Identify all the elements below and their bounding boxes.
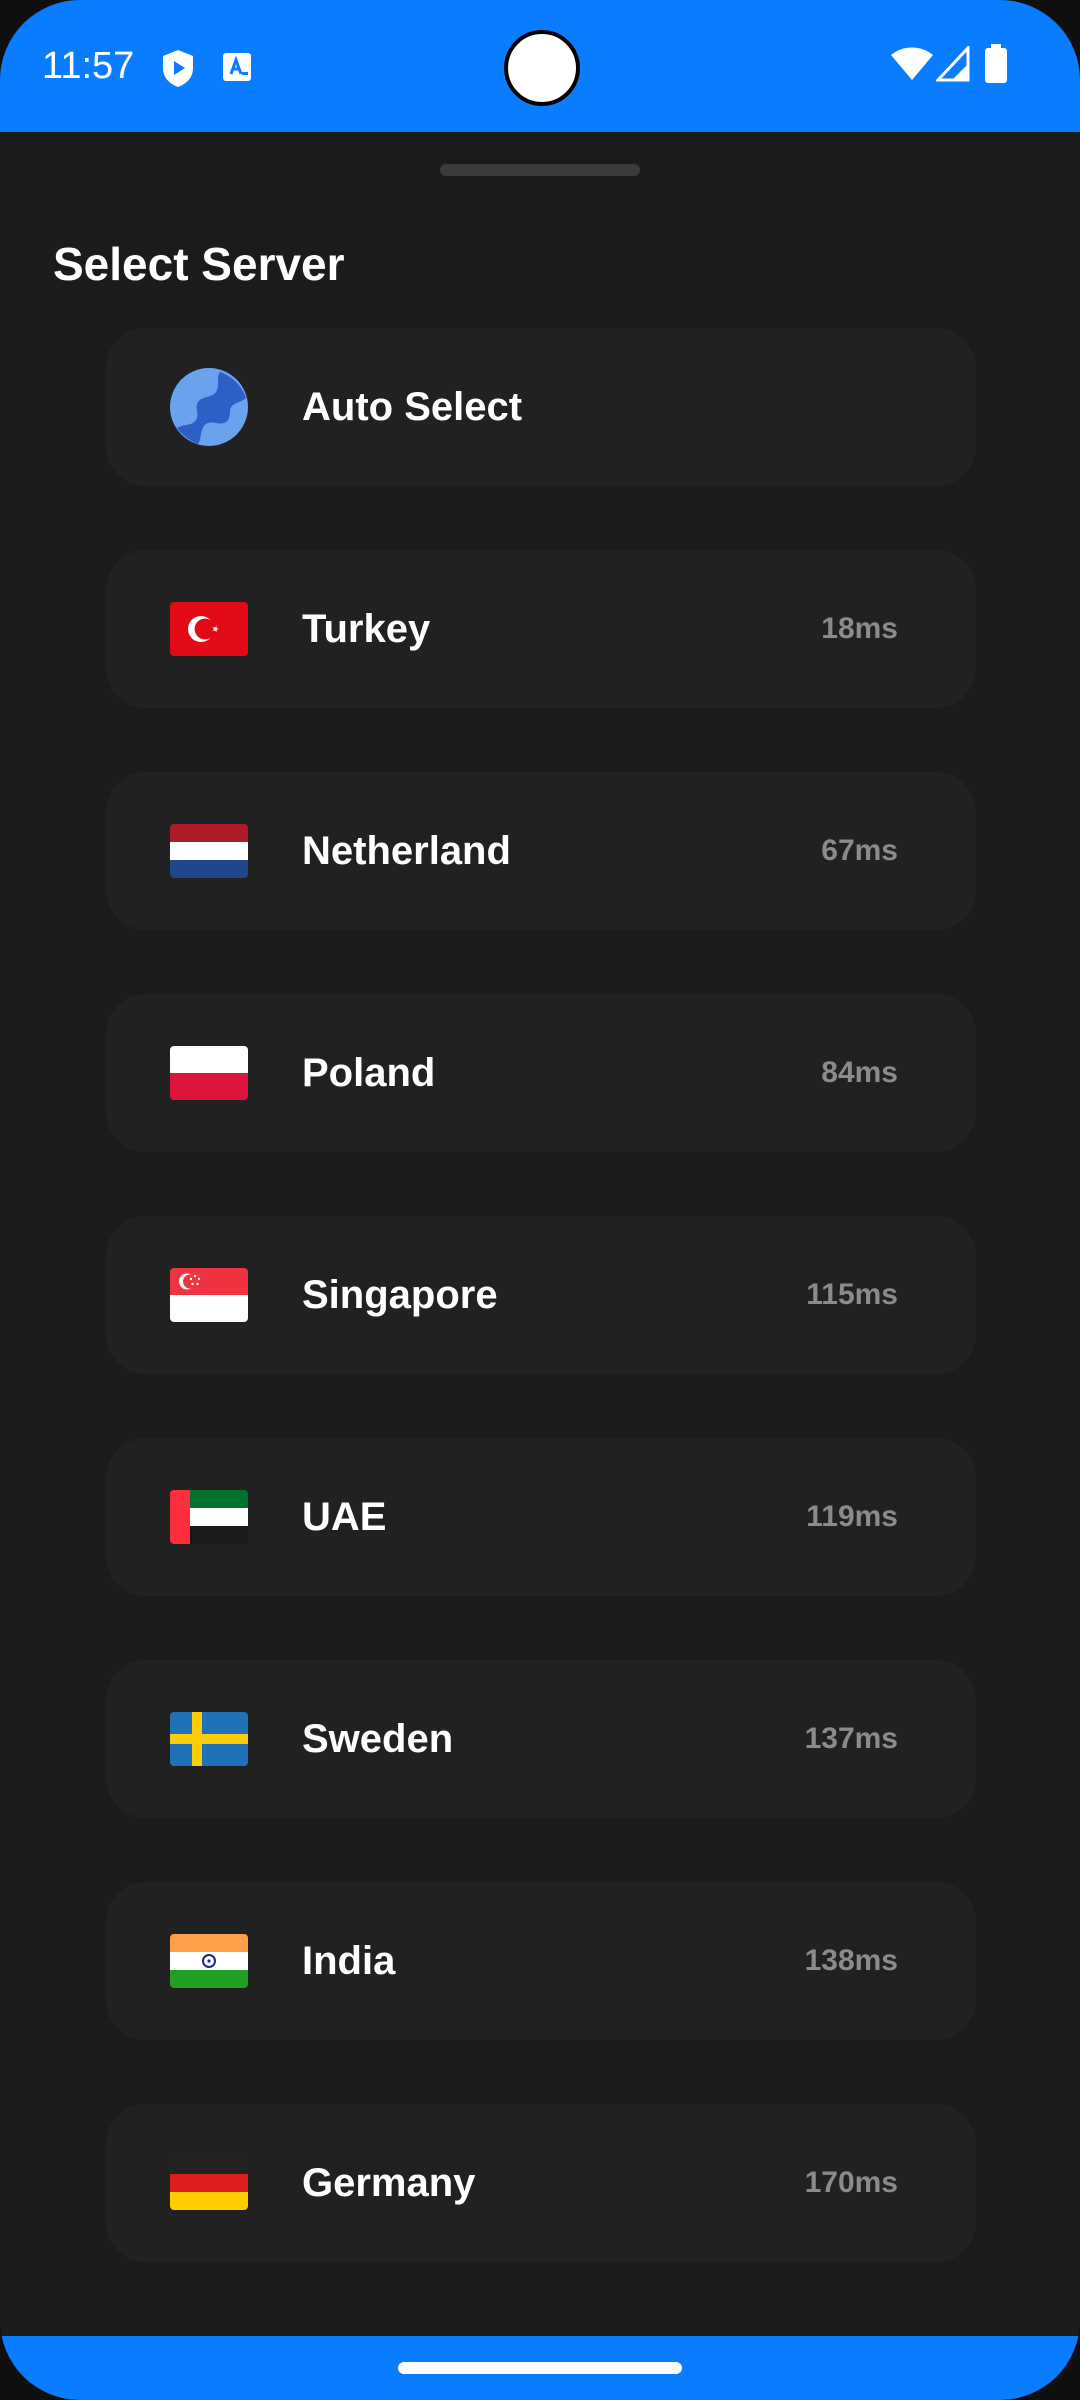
server-ping: 115ms bbox=[806, 1278, 898, 1311]
signal-icon bbox=[936, 46, 970, 82]
server-item-india[interactable]: India 138ms bbox=[106, 1882, 976, 2040]
server-name: Germany bbox=[302, 2161, 476, 2205]
server-item-poland[interactable]: Poland 84ms bbox=[106, 994, 976, 1152]
server-name: UAE bbox=[302, 1495, 387, 1539]
singapore-flag-icon bbox=[170, 1268, 248, 1322]
status-time: 11:57 bbox=[42, 45, 135, 87]
server-item-uae[interactable]: UAE 119ms bbox=[106, 1438, 976, 1596]
sheet-title: Select Server bbox=[53, 238, 345, 290]
server-name: India bbox=[302, 1939, 396, 1983]
server-name: Netherland bbox=[302, 829, 511, 873]
server-ping: 67ms bbox=[821, 834, 898, 867]
turkey-flag-icon bbox=[170, 602, 248, 656]
translate-icon bbox=[223, 53, 251, 81]
battery-icon bbox=[985, 44, 1007, 83]
india-flag-icon bbox=[170, 1934, 248, 1988]
netherlands-flag-icon bbox=[170, 824, 248, 878]
server-ping: 84ms bbox=[821, 1056, 898, 1089]
phone-screen: 11:57 Select Server Auto Select Turkey 1… bbox=[0, 0, 1080, 2400]
sheet-drag-handle[interactable] bbox=[440, 164, 640, 176]
server-item-auto-select[interactable]: Auto Select bbox=[106, 328, 976, 486]
server-item-sweden[interactable]: Sweden 137ms bbox=[106, 1660, 976, 1818]
server-ping: 138ms bbox=[804, 1944, 898, 1977]
server-item-germany[interactable]: Germany 170ms bbox=[106, 2104, 976, 2262]
server-item-singapore[interactable]: Singapore 115ms bbox=[106, 1216, 976, 1374]
server-ping: 137ms bbox=[804, 1722, 898, 1755]
server-item-netherland[interactable]: Netherland 67ms bbox=[106, 772, 976, 930]
server-name: Singapore bbox=[302, 1273, 498, 1317]
uae-flag-icon bbox=[170, 1490, 248, 1544]
poland-flag-icon bbox=[170, 1046, 248, 1100]
globe-icon bbox=[170, 368, 248, 446]
home-indicator[interactable] bbox=[398, 2362, 682, 2374]
shield-play-icon bbox=[163, 50, 193, 87]
server-name: Turkey bbox=[302, 607, 431, 651]
server-name: Poland bbox=[302, 1051, 436, 1095]
server-name: Auto Select bbox=[302, 385, 523, 429]
server-name: Sweden bbox=[302, 1717, 454, 1761]
germany-flag-icon bbox=[170, 2156, 248, 2210]
wifi-icon bbox=[891, 47, 933, 80]
server-ping: 170ms bbox=[804, 2166, 898, 2199]
server-item-turkey[interactable]: Turkey 18ms bbox=[106, 550, 976, 708]
sweden-flag-icon bbox=[170, 1712, 248, 1766]
server-ping: 18ms bbox=[821, 612, 898, 645]
server-ping: 119ms bbox=[806, 1500, 898, 1533]
status-bar: 11:57 bbox=[0, 0, 1080, 132]
front-camera bbox=[504, 30, 580, 106]
server-list: Auto Select Turkey 18ms Netherland 67ms bbox=[106, 328, 976, 2326]
